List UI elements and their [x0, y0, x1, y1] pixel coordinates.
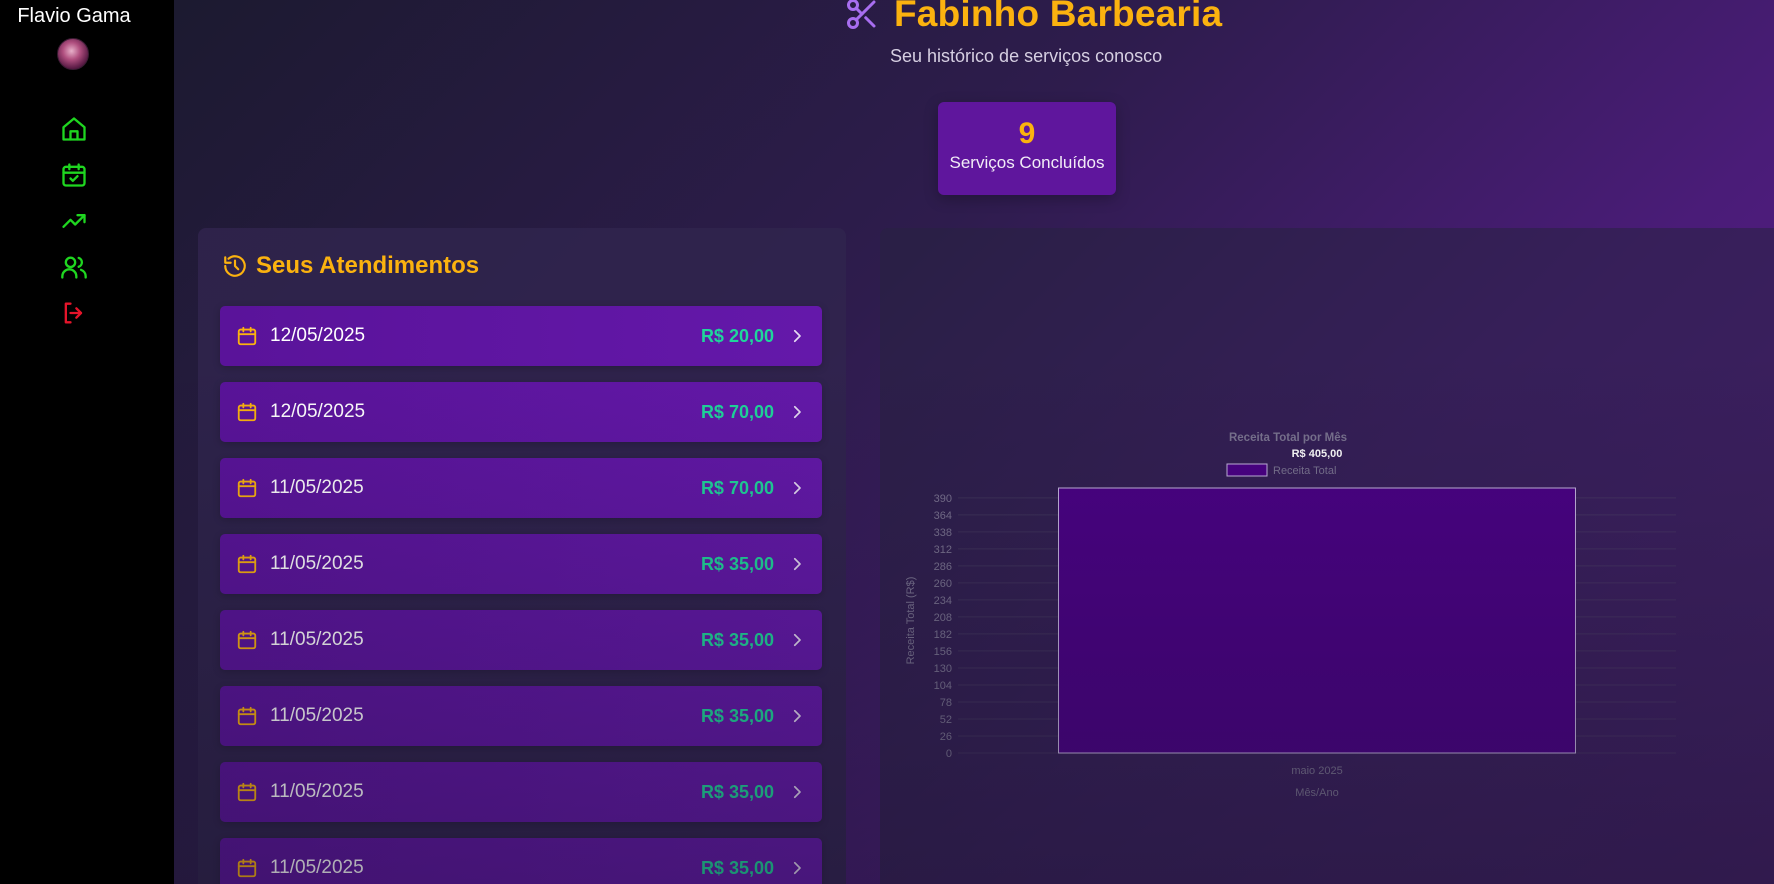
appointment-item[interactable]: 11/05/2025 R$ 35,00 [220, 534, 822, 594]
appointment-price: R$ 70,00 [700, 477, 774, 498]
home-icon[interactable] [60, 115, 88, 143]
appointment-price: R$ 35,00 [700, 857, 774, 878]
chart-y-tick-label: 312 [934, 544, 952, 556]
appointment-price: R$ 35,00 [700, 553, 774, 574]
chart-bar [1058, 487, 1576, 754]
chevron-right-icon[interactable] [788, 783, 806, 801]
chart-x-axis-label: Mês/Ano [1295, 787, 1338, 799]
appointment-date: 11/05/2025 [270, 781, 364, 802]
appointment-date: 12/05/2025 [270, 325, 366, 346]
calendar-icon [236, 629, 258, 651]
appointment-price: R$ 70,00 [700, 401, 774, 422]
appointment-item[interactable]: 11/05/2025 R$ 35,00 [220, 686, 822, 746]
history-header: Seus Atendimentos [222, 252, 479, 280]
appointment-date: 11/05/2025 [270, 629, 364, 650]
chart-y-tick-label: 234 [934, 595, 952, 607]
user-name: Flavio Gama [17, 5, 131, 27]
sidebar: Flavio Gama [0, 0, 174, 884]
appointment-item[interactable]: 12/05/2025 R$ 70,00 [220, 382, 822, 442]
appointment-price: R$ 35,00 [700, 629, 774, 650]
chart-y-tick-label: 52 [940, 714, 952, 726]
appointment-item[interactable]: 11/05/2025 R$ 35,00 [220, 838, 822, 884]
history-title: Seus Atendimentos [256, 252, 480, 279]
chart-data-label: R$ 405,00 [1292, 448, 1343, 460]
calendar-icon [236, 857, 258, 879]
chevron-right-icon[interactable] [788, 403, 806, 421]
chevron-right-icon[interactable] [788, 479, 806, 497]
services-completed-label: Serviços Concluídos [949, 153, 1105, 172]
appointment-date: 11/05/2025 [270, 857, 364, 878]
chevron-right-icon[interactable] [788, 707, 806, 725]
logout-icon[interactable] [60, 299, 88, 327]
main-content: Fabinho Barbearia Seu histórico de servi… [174, 0, 1774, 884]
scissors-icon [847, 0, 876, 29]
chart-y-tick-label: 286 [934, 561, 952, 573]
chart-y-tick-label: 130 [934, 663, 952, 675]
chart-legend-label: Receita Total [1273, 465, 1336, 477]
avatar[interactable] [57, 38, 89, 70]
services-completed-card: 9 Serviços Concluídos [938, 102, 1116, 195]
calendar-icon [236, 477, 258, 499]
chart-title: Receita Total por Mês [1229, 432, 1347, 444]
calendar-icon [236, 401, 258, 423]
chevron-right-icon[interactable] [788, 555, 806, 573]
chart-y-tick-label: 390 [934, 493, 952, 505]
chevron-right-icon[interactable] [788, 859, 806, 877]
appointment-date: 11/05/2025 [270, 477, 364, 498]
chart-y-tick-label: 260 [934, 578, 952, 590]
appointment-item[interactable]: 11/05/2025 R$ 70,00 [220, 458, 822, 518]
chart-y-tick-label: 104 [934, 680, 952, 692]
page-title: Fabinho Barbearia [894, 0, 1223, 34]
calendar-icon [236, 553, 258, 575]
appointment-date: 12/05/2025 [270, 401, 366, 422]
chart-panel: 0 26 52 78 104 130 156 182 208 234 260 286 312 338 364… [880, 228, 1774, 884]
calendar-icon [236, 781, 258, 803]
trending-up-icon[interactable] [60, 207, 88, 235]
chevron-right-icon[interactable] [788, 327, 806, 345]
page-subtitle: Seu histórico de serviços conosco [890, 46, 1163, 66]
chart-y-tick-label: 26 [940, 731, 952, 743]
chevron-right-icon[interactable] [788, 631, 806, 649]
appointment-date: 11/05/2025 [270, 705, 364, 726]
users-icon[interactable] [60, 253, 88, 281]
appointment-price: R$ 35,00 [700, 781, 774, 802]
chart-y-tick-label: 338 [934, 527, 952, 539]
services-completed-count: 9 [1018, 117, 1036, 150]
chart-y-tick-label: 0 [946, 748, 952, 760]
calendar-icon [236, 705, 258, 727]
chart-legend-swatch [1226, 463, 1268, 477]
chart-y-tick-label: 182 [934, 629, 952, 641]
history-panel: Seus Atendimentos 12/05/2025 R$ 20,00 12… [198, 228, 846, 884]
history-icon [224, 255, 246, 277]
appointment-item[interactable]: 11/05/2025 R$ 35,00 [220, 762, 822, 822]
appointment-price: R$ 35,00 [700, 705, 774, 726]
chart-y-axis-label: Receita Total (R$) [905, 577, 917, 665]
chart-y-tick-label: 78 [940, 697, 952, 709]
chart-y-tick-label: 208 [934, 612, 952, 624]
appointment-item[interactable]: 12/05/2025 R$ 20,00 [220, 306, 822, 366]
revenue-chart: 0 26 52 78 104 130 156 182 208 234 260 286 312 338 364… [905, 432, 1676, 799]
appointment-item[interactable]: 11/05/2025 R$ 35,00 [220, 610, 822, 670]
calendar-icon [236, 325, 258, 347]
chart-y-tick-label: 364 [934, 510, 952, 522]
brand: Fabinho Barbearia [844, 0, 1222, 34]
appointment-date: 11/05/2025 [270, 553, 364, 574]
chart-y-tick-label: 156 [934, 646, 952, 658]
appointment-price: R$ 20,00 [700, 325, 774, 346]
calendar-check-icon[interactable] [60, 161, 88, 189]
chart-x-tick-label: maio 2025 [1291, 765, 1342, 777]
